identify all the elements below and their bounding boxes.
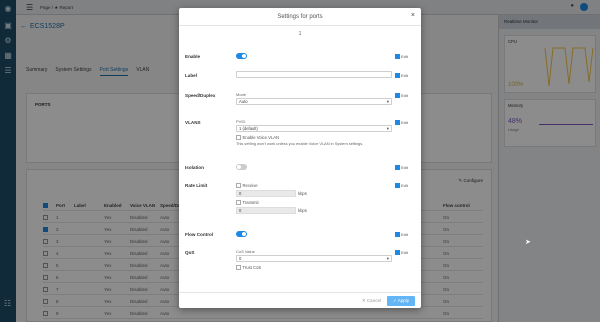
receive-option: Receive [236, 183, 392, 188]
isolation-toggle[interactable] [236, 164, 247, 170]
speed-mode-select[interactable]: Auto [236, 98, 392, 105]
label-edit-checkbox[interactable] [395, 73, 400, 78]
vlans-label: VLANS [185, 120, 201, 125]
label-input[interactable] [236, 71, 392, 78]
vlans-edit-checkbox[interactable] [395, 120, 400, 125]
voice-vlan-option: Enable Voice VLAN [236, 135, 392, 140]
vlans-edit: Edit [395, 120, 415, 125]
speed-edit-checkbox[interactable] [395, 93, 400, 98]
apply-button[interactable]: ✓ Apply [386, 295, 415, 306]
transmit-checkbox[interactable] [236, 200, 241, 205]
flow-control-edit: Edit [395, 232, 415, 237]
speed-row: Speed/Duplex Mode Auto Edit [185, 92, 415, 110]
speed-edit: Edit [395, 93, 415, 98]
selected-count: 1 [298, 31, 302, 37]
qos-row: QoS CoS Value 0 Trust CoS Edit [185, 249, 415, 277]
transmit-input[interactable]: 0 [236, 207, 296, 214]
rate-limit-label: Rate Limit [185, 183, 208, 188]
mouse-cursor-icon: ➤ [525, 239, 531, 246]
edit-label: Edit [401, 73, 408, 78]
cancel-button[interactable]: ✕ Cancel [362, 298, 381, 304]
rate-limit-edit: Edit [395, 183, 415, 188]
transmit-label: Transmit [242, 200, 259, 205]
edit-label: Edit [401, 232, 408, 237]
enable-edit-checkbox[interactable] [395, 54, 400, 59]
rate-limit-row: Rate Limit Receive 0 kbps Transmit 0 kbps … [185, 183, 415, 227]
cancel-label: Cancel [366, 297, 381, 303]
isolation-label: Isolation [185, 165, 204, 170]
voice-vlan-label: Enable Voice VLAN [242, 135, 280, 140]
edit-label: Edit [401, 165, 408, 170]
voice-vlan-note: This setting won't work unless you enabl… [236, 141, 364, 146]
qos-edit: Edit [395, 250, 415, 255]
isolation-edit-checkbox[interactable] [395, 165, 400, 170]
speed-mode-label: Mode [236, 92, 247, 97]
flow-control-toggle[interactable] [236, 231, 247, 237]
voice-vlan-checkbox[interactable] [236, 135, 241, 140]
enable-edit: Edit [395, 54, 415, 59]
receive-label: Receive [242, 183, 258, 188]
isolation-row: Isolation Edit [185, 164, 415, 172]
settings-modal: Settings for ports × 1 Enable Edit Label… [179, 8, 421, 308]
edit-label: Edit [401, 120, 408, 125]
cos-value-label: CoS Value [236, 249, 255, 254]
edit-label: Edit [401, 250, 408, 255]
vlans-row: VLANS PVID 1 (default) Enable Voice VLAN… [185, 119, 415, 159]
label-row: Label Edit [185, 71, 415, 80]
flow-control-edit-checkbox[interactable] [395, 232, 400, 237]
trust-cos-label: Trust CoS [242, 265, 262, 270]
edit-label: Edit [401, 93, 408, 98]
pvid-select[interactable]: 1 (default) [236, 125, 392, 132]
app-window: ◉ ▣ ⚙ ▦ ☰ ☷ ☰ Page / ★ Report ● ← ECS152… [0, 0, 600, 322]
close-icon[interactable]: × [411, 12, 415, 19]
receive-unit: kbps [298, 190, 307, 196]
receive-checkbox[interactable] [236, 183, 241, 188]
edit-label: Edit [401, 54, 408, 59]
enable-row: Enable Edit [185, 53, 415, 61]
enable-toggle[interactable] [236, 53, 247, 59]
modal-title: Settings for ports [277, 13, 323, 20]
pvid-label: PVID [236, 119, 246, 124]
apply-label: Apply [397, 297, 409, 303]
edit-label: Edit [401, 183, 408, 188]
cos-value-select[interactable]: 0 [236, 255, 392, 262]
isolation-edit: Edit [395, 165, 415, 170]
receive-input[interactable]: 0 [236, 190, 296, 197]
modal-header: Settings for ports × [179, 8, 421, 26]
flow-control-row: Flow Control Edit [185, 231, 415, 239]
qos-label: QoS [185, 250, 195, 255]
flow-control-label: Flow Control [185, 232, 214, 237]
rate-limit-edit-checkbox[interactable] [395, 183, 400, 188]
trust-cos-option: Trust CoS [236, 265, 392, 270]
qos-edit-checkbox[interactable] [395, 250, 400, 255]
transmit-unit: kbps [298, 207, 307, 213]
label-label: Label [185, 73, 197, 78]
label-edit: Edit [395, 73, 415, 78]
speed-label: Speed/Duplex [185, 93, 216, 98]
trust-cos-checkbox[interactable] [236, 265, 241, 270]
modal-footer: ✕ Cancel ✓ Apply [179, 292, 421, 308]
transmit-option: Transmit [236, 200, 392, 205]
enable-label: Enable [185, 54, 201, 59]
